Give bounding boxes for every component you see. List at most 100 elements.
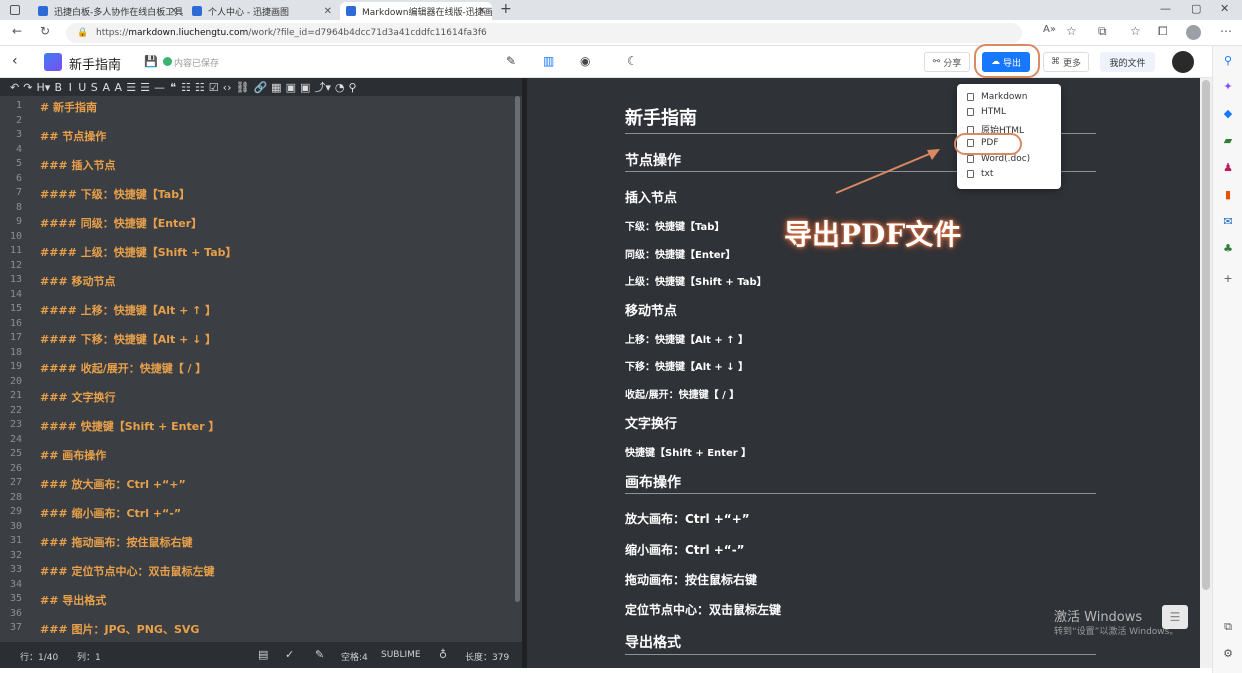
restore-icon[interactable]: ▢ — [1191, 2, 1201, 15]
add-sidebar-icon[interactable]: + — [1221, 272, 1235, 286]
code-line[interactable]: ### 移动节点 — [40, 273, 115, 289]
office-icon[interactable]: ▮ — [1221, 188, 1235, 202]
toolbar-button[interactable]: U — [78, 81, 86, 94]
code-line[interactable]: ### 文字换行 — [40, 389, 115, 405]
save-icon[interactable]: 💾 — [144, 55, 158, 68]
sidebar-settings-icon[interactable]: ⚙ — [1221, 647, 1235, 661]
toolbar-button[interactable]: ↷ — [23, 81, 32, 94]
code-line[interactable]: #### 上级：快捷键【Shift + Tab】 — [40, 244, 237, 260]
toolbar-button[interactable]: ◔ — [335, 81, 345, 94]
toolbar-button[interactable]: ▣ — [286, 81, 296, 94]
tools-briefcase-icon[interactable]: ▰ — [1221, 134, 1235, 148]
share-button[interactable]: ⚯ 分享 — [924, 52, 970, 72]
markdown-editor[interactable]: 1 2 3 4 5 6 7 8 9 10 11 12 13 14 15 16 17 18 19 20 21 22 23 24 2… — [0, 96, 522, 642]
export-markdown[interactable]: Markdown — [967, 92, 1027, 102]
document-title[interactable]: 新手指南 — [69, 54, 121, 73]
keymap-setting[interactable]: SUBLIME — [381, 650, 421, 660]
split-view-icon[interactable]: ▥ — [543, 54, 554, 68]
browser-tab-1[interactable]: 迅捷白板-多人协作在线白板工具 ✕ — [32, 2, 184, 20]
favorite-star-icon[interactable]: ☆ — [1066, 24, 1077, 38]
editor-scrollbar[interactable] — [515, 96, 520, 602]
back-arrow-icon[interactable]: ‹ — [12, 53, 18, 69]
toolbar-button[interactable]: A — [102, 81, 111, 94]
export-txt[interactable]: txt — [967, 169, 993, 179]
code-line[interactable]: ## 节点操作 — [40, 128, 106, 144]
code-line[interactable]: ### 拖动画布：按住鼠标右键 — [40, 534, 192, 550]
new-tab-icon[interactable]: + — [500, 1, 512, 17]
settings-more-icon[interactable]: ⋯ — [1220, 24, 1232, 38]
toolbar-button[interactable]: ☰ — [140, 81, 150, 94]
preview-scrollbar-thumb[interactable] — [1202, 80, 1210, 590]
tree-icon[interactable]: ♣ — [1221, 242, 1235, 256]
code-line[interactable]: #### 下级：快捷键【Tab】 — [40, 186, 190, 202]
code-line[interactable]: # 新手指南 — [40, 99, 97, 115]
check-icon[interactable]: ✓ — [285, 648, 294, 661]
code-line[interactable]: ### 定位节点中心：双击鼠标左键 — [40, 563, 214, 579]
toolbar-button[interactable]: S — [90, 81, 98, 94]
toolbar-button[interactable]: ▦ — [271, 81, 281, 94]
toolbar-button[interactable]: ☑ — [209, 81, 219, 94]
window-menu-icon[interactable] — [10, 5, 20, 15]
code-line[interactable]: ### 插入节点 — [40, 157, 115, 173]
toolbar-button[interactable]: ☷ — [181, 81, 191, 94]
toolbar-button[interactable]: I — [66, 81, 74, 94]
code-line[interactable]: ### 图片：JPG、PNG、SVG — [40, 621, 199, 637]
code-line[interactable]: #### 收起/展开：快捷键【 / 】 — [40, 360, 206, 376]
code-line[interactable]: #### 下移：快捷键【Alt + ↓ 】 — [40, 331, 216, 347]
my-files-button[interactable]: 我的文件 — [1100, 52, 1155, 72]
games-icon[interactable]: ♟ — [1221, 161, 1235, 175]
browser-tab-3[interactable]: Markdown编辑器在线版-迅捷画 ✕ — [340, 2, 492, 20]
collections-icon[interactable]: ⧠ — [1158, 24, 1168, 39]
close-tab-icon[interactable]: ✕ — [324, 6, 332, 17]
close-tab-icon[interactable]: ✕ — [170, 6, 178, 17]
split-screen-icon[interactable]: ⧉ — [1221, 620, 1235, 634]
shopping-tag-icon[interactable]: ◆ — [1221, 107, 1235, 121]
outlook-icon[interactable]: ✉ — [1221, 215, 1235, 229]
toolbar-button[interactable]: ‹› — [223, 81, 232, 94]
refresh-icon[interactable]: ↻ — [40, 24, 50, 38]
profile-avatar[interactable] — [1186, 25, 1201, 40]
export-word[interactable]: Word(.doc) — [967, 154, 1030, 164]
user-avatar[interactable] — [1172, 51, 1194, 73]
code-line[interactable]: #### 同级：快捷键【Enter】 — [40, 215, 202, 231]
preview-mode-icon[interactable]: ◉ — [580, 54, 590, 68]
document-icon[interactable]: ▤ — [258, 648, 268, 661]
brush-icon[interactable]: ✎ — [315, 648, 324, 661]
toolbar-button[interactable]: — — [154, 81, 165, 94]
dark-mode-icon[interactable]: ☾ — [627, 54, 638, 68]
minimize-icon[interactable]: — — [1160, 2, 1171, 15]
toolbar-button[interactable]: ☰ — [126, 81, 136, 94]
toolbar-button[interactable]: ☷ — [195, 81, 205, 94]
bulb-icon[interactable]: ♁ — [439, 648, 447, 661]
toolbar-button[interactable]: ▣ — [300, 81, 310, 94]
read-aloud-icon[interactable]: A» — [1043, 24, 1056, 35]
export-html[interactable]: HTML — [967, 107, 1006, 117]
code-line[interactable]: #### 上移：快捷键【Alt + ↑ 】 — [40, 302, 216, 318]
favorites-icon[interactable]: ☆ — [1130, 24, 1141, 38]
back-icon[interactable]: ← — [12, 24, 22, 38]
edit-mode-icon[interactable]: ✎ — [506, 54, 516, 68]
toolbar-button[interactable]: A — [114, 81, 123, 94]
code-line[interactable]: #### 快捷键【Shift + Enter 】 — [40, 418, 219, 434]
code-line[interactable]: ### 缩小画布：Ctrl +“-” — [40, 505, 181, 521]
extensions-icon[interactable]: ⧉ — [1098, 24, 1107, 39]
url-field[interactable]: 🔒 https://markdown.liuchengtu.com/work/?… — [66, 23, 1022, 43]
toolbar-button[interactable]: ⚲ — [349, 81, 357, 94]
browser-tab-2[interactable]: 个人中心 - 迅捷画图 ✕ — [186, 2, 338, 20]
float-menu-button[interactable]: ☰ — [1162, 605, 1188, 629]
toolbar-button[interactable]: ❝ — [169, 81, 177, 94]
toolbar-button[interactable]: ⤴▾ — [314, 79, 331, 95]
code-line[interactable]: ## 画布操作 — [40, 447, 106, 463]
close-window-icon[interactable]: ✕ — [1220, 2, 1229, 15]
toolbar-button[interactable]: B — [54, 81, 62, 94]
toolbar-button[interactable]: 🔗 — [253, 81, 267, 94]
toolbar-button[interactable]: H▾ — [36, 81, 50, 94]
code-line[interactable]: ### 放大画布：Ctrl +“+” — [40, 476, 186, 492]
more-button[interactable]: ⌘ 更多 — [1043, 52, 1089, 72]
toolbar-button[interactable]: ⛓ — [235, 81, 249, 94]
close-tab-icon[interactable]: ✕ — [478, 6, 486, 17]
search-icon[interactable]: ⚲ — [1221, 54, 1235, 68]
copilot-icon[interactable]: ✦ — [1221, 80, 1235, 94]
code-line[interactable]: ## 导出格式 — [40, 592, 106, 608]
spaces-setting[interactable]: 空格:4 — [341, 650, 368, 663]
